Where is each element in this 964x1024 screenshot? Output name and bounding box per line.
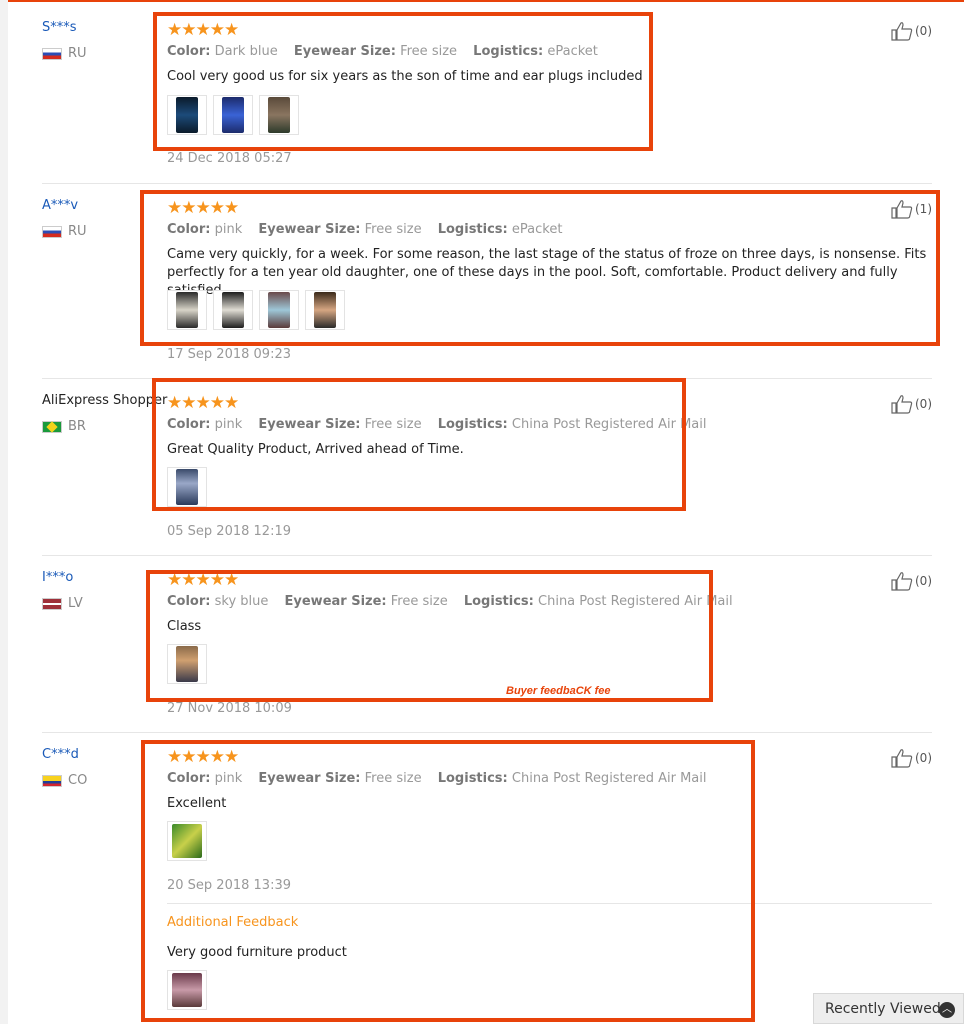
helpful-button[interactable]: (0) — [891, 748, 932, 768]
highlight-box — [140, 190, 940, 346]
feedback-page: S***s RU ★★★★★ Color: Dark blue Eyewear … — [0, 0, 964, 1024]
thumbs-up-icon — [891, 22, 913, 41]
annotation-label: Buyer feedbaCK fee — [506, 685, 611, 697]
page-left-border — [0, 0, 8, 1024]
helpful-button[interactable]: (0) — [891, 394, 932, 414]
flag-ru-icon — [42, 47, 62, 60]
reviewer-name[interactable]: AliExpress Shopper — [42, 393, 167, 408]
recently-viewed-label: Recently Viewed — [825, 1000, 941, 1017]
reviewer-country: LV — [42, 596, 83, 611]
thumbs-up-icon — [891, 572, 913, 591]
flag-lv-icon — [42, 597, 62, 610]
highlight-box — [146, 570, 713, 702]
review-divider — [42, 732, 932, 733]
top-accent-line — [8, 0, 964, 2]
chevron-up-icon: ︿ — [939, 1002, 955, 1018]
helpful-button[interactable]: (0) — [891, 571, 932, 591]
helpful-count: (0) — [915, 751, 932, 765]
reviewer-name[interactable]: S***s — [42, 20, 77, 35]
review-date: 27 Nov 2018 10:09 — [167, 701, 292, 716]
country-code: LV — [68, 596, 83, 611]
helpful-button[interactable]: (0) — [891, 21, 932, 41]
helpful-count: (0) — [915, 574, 932, 588]
country-code: RU — [68, 46, 87, 61]
review-date: 05 Sep 2018 12:19 — [167, 524, 291, 539]
review-divider — [42, 555, 932, 556]
reviewer-country: BR — [42, 419, 86, 434]
highlight-box — [153, 12, 653, 151]
flag-co-icon — [42, 774, 62, 787]
review-divider — [42, 183, 932, 184]
reviewer-country: CO — [42, 773, 87, 788]
flag-ru-icon — [42, 225, 62, 238]
reviewer-country: RU — [42, 224, 87, 239]
recently-viewed-tab[interactable]: Recently Viewed ︿ — [813, 993, 964, 1024]
reviewer-name[interactable]: A***v — [42, 198, 78, 213]
country-code: CO — [68, 773, 88, 788]
reviewer-name[interactable]: C***d — [42, 747, 79, 762]
thumbs-up-icon — [891, 749, 913, 768]
country-code: BR — [68, 419, 86, 434]
helpful-count: (0) — [915, 24, 932, 38]
review-date: 24 Dec 2018 05:27 — [167, 151, 292, 166]
highlight-box — [141, 740, 755, 1022]
country-code: RU — [68, 224, 87, 239]
reviewer-country: RU — [42, 46, 87, 61]
helpful-count: (0) — [915, 397, 932, 411]
thumbs-up-icon — [891, 395, 913, 414]
review-date: 17 Sep 2018 09:23 — [167, 347, 291, 362]
highlight-box — [152, 378, 686, 511]
reviewer-name[interactable]: I***o — [42, 570, 73, 585]
flag-br-icon — [42, 420, 62, 433]
